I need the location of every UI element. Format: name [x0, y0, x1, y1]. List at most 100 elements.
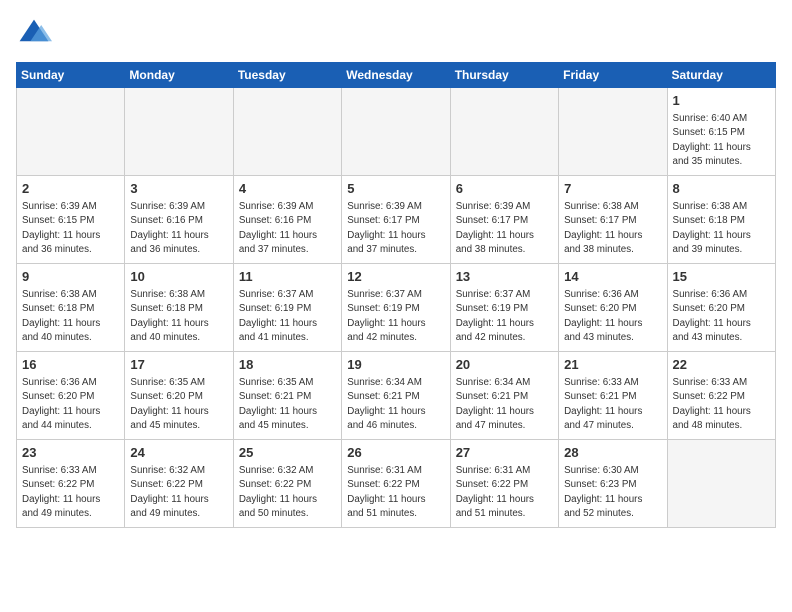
weekday-header-monday: Monday — [125, 63, 233, 88]
calendar-cell-w4d3: 26 Sunrise: 6:31 AM Sunset: 6:22 PM Dayli… — [342, 440, 450, 528]
day-info: Sunrise: 6:35 AM Sunset: 6:21 PM Dayligh… — [239, 376, 336, 433]
day-info: Sunrise: 6:30 AM Sunset: 6:23 PM Dayligh… — [564, 464, 661, 521]
day-info: Sunrise: 6:36 AM Sunset: 6:20 PM Dayligh… — [22, 376, 119, 433]
day-number: 28 — [564, 444, 661, 462]
day-number: 15 — [673, 268, 770, 286]
calendar-cell-w2d4: 13 Sunrise: 6:37 AM Sunset: 6:19 PM Dayli… — [450, 264, 558, 352]
calendar-cell-w3d3: 19 Sunrise: 6:34 AM Sunset: 6:21 PM Dayli… — [342, 352, 450, 440]
calendar-cell-w4d1: 24 Sunrise: 6:32 AM Sunset: 6:22 PM Dayli… — [125, 440, 233, 528]
day-info: Sunrise: 6:35 AM Sunset: 6:20 PM Dayligh… — [130, 376, 227, 433]
day-info: Sunrise: 6:38 AM Sunset: 6:18 PM Dayligh… — [673, 200, 770, 257]
calendar-cell-w2d3: 12 Sunrise: 6:37 AM Sunset: 6:19 PM Dayli… — [342, 264, 450, 352]
page-header — [16, 16, 776, 52]
day-info: Sunrise: 6:39 AM Sunset: 6:15 PM Dayligh… — [22, 200, 119, 257]
calendar-cell-w1d3: 5 Sunrise: 6:39 AM Sunset: 6:17 PM Daylig… — [342, 176, 450, 264]
day-info: Sunrise: 6:39 AM Sunset: 6:16 PM Dayligh… — [130, 200, 227, 257]
day-number: 1 — [673, 92, 770, 110]
day-number: 9 — [22, 268, 119, 286]
day-number: 5 — [347, 180, 444, 198]
day-info: Sunrise: 6:39 AM Sunset: 6:17 PM Dayligh… — [347, 200, 444, 257]
weekday-header-sunday: Sunday — [17, 63, 125, 88]
day-info: Sunrise: 6:36 AM Sunset: 6:20 PM Dayligh… — [564, 288, 661, 345]
day-number: 18 — [239, 356, 336, 374]
calendar-cell-w1d0: 2 Sunrise: 6:39 AM Sunset: 6:15 PM Daylig… — [17, 176, 125, 264]
day-info: Sunrise: 6:36 AM Sunset: 6:20 PM Dayligh… — [673, 288, 770, 345]
weekday-header-thursday: Thursday — [450, 63, 558, 88]
calendar-cell-w4d6 — [667, 440, 775, 528]
calendar-cell-w0d4 — [450, 88, 558, 176]
day-info: Sunrise: 6:39 AM Sunset: 6:16 PM Dayligh… — [239, 200, 336, 257]
day-info: Sunrise: 6:38 AM Sunset: 6:18 PM Dayligh… — [22, 288, 119, 345]
calendar-cell-w1d6: 8 Sunrise: 6:38 AM Sunset: 6:18 PM Daylig… — [667, 176, 775, 264]
calendar-cell-w2d0: 9 Sunrise: 6:38 AM Sunset: 6:18 PM Daylig… — [17, 264, 125, 352]
day-info: Sunrise: 6:37 AM Sunset: 6:19 PM Dayligh… — [456, 288, 553, 345]
calendar-cell-w1d1: 3 Sunrise: 6:39 AM Sunset: 6:16 PM Daylig… — [125, 176, 233, 264]
logo-icon — [16, 16, 52, 52]
day-info: Sunrise: 6:38 AM Sunset: 6:18 PM Dayligh… — [130, 288, 227, 345]
calendar-cell-w3d5: 21 Sunrise: 6:33 AM Sunset: 6:21 PM Dayli… — [559, 352, 667, 440]
calendar-cell-w2d2: 11 Sunrise: 6:37 AM Sunset: 6:19 PM Dayli… — [233, 264, 341, 352]
calendar-cell-w0d0 — [17, 88, 125, 176]
day-number: 14 — [564, 268, 661, 286]
calendar-cell-w1d4: 6 Sunrise: 6:39 AM Sunset: 6:17 PM Daylig… — [450, 176, 558, 264]
day-number: 10 — [130, 268, 227, 286]
day-number: 12 — [347, 268, 444, 286]
day-number: 13 — [456, 268, 553, 286]
calendar-cell-w1d2: 4 Sunrise: 6:39 AM Sunset: 6:16 PM Daylig… — [233, 176, 341, 264]
day-info: Sunrise: 6:31 AM Sunset: 6:22 PM Dayligh… — [347, 464, 444, 521]
day-number: 11 — [239, 268, 336, 286]
day-info: Sunrise: 6:31 AM Sunset: 6:22 PM Dayligh… — [456, 464, 553, 521]
day-info: Sunrise: 6:34 AM Sunset: 6:21 PM Dayligh… — [456, 376, 553, 433]
weekday-header-saturday: Saturday — [667, 63, 775, 88]
day-number: 27 — [456, 444, 553, 462]
day-number: 6 — [456, 180, 553, 198]
day-number: 26 — [347, 444, 444, 462]
calendar-cell-w3d1: 17Sunrise: 6:35 AM Sunset: 6:20 PM Dayli… — [125, 352, 233, 440]
day-info: Sunrise: 6:32 AM Sunset: 6:22 PM Dayligh… — [130, 464, 227, 521]
day-number: 16 — [22, 356, 119, 374]
day-info: Sunrise: 6:38 AM Sunset: 6:17 PM Dayligh… — [564, 200, 661, 257]
calendar-cell-w0d6: 1 Sunrise: 6:40 AM Sunset: 6:15 PM Daylig… — [667, 88, 775, 176]
day-number: 8 — [673, 180, 770, 198]
calendar-cell-w0d1 — [125, 88, 233, 176]
calendar-cell-w3d4: 20 Sunrise: 6:34 AM Sunset: 6:21 PM Dayli… — [450, 352, 558, 440]
calendar-table: SundayMondayTuesdayWednesdayThursdayFrid… — [16, 62, 776, 528]
weekday-header-friday: Friday — [559, 63, 667, 88]
calendar-cell-w2d5: 14 Sunrise: 6:36 AM Sunset: 6:20 PM Dayli… — [559, 264, 667, 352]
day-number: 21 — [564, 356, 661, 374]
day-number: 19 — [347, 356, 444, 374]
calendar-cell-w4d4: 27 Sunrise: 6:31 AM Sunset: 6:22 PM Dayli… — [450, 440, 558, 528]
calendar-cell-w4d5: 28 Sunrise: 6:30 AM Sunset: 6:23 PM Dayli… — [559, 440, 667, 528]
day-info: Sunrise: 6:40 AM Sunset: 6:15 PM Dayligh… — [673, 112, 770, 169]
calendar-cell-w2d1: 10 Sunrise: 6:38 AM Sunset: 6:18 PM Dayli… — [125, 264, 233, 352]
day-number: 23 — [22, 444, 119, 462]
calendar-cell-w0d2 — [233, 88, 341, 176]
day-number: 24 — [130, 444, 227, 462]
weekday-header-wednesday: Wednesday — [342, 63, 450, 88]
day-info: Sunrise: 6:34 AM Sunset: 6:21 PM Dayligh… — [347, 376, 444, 433]
logo — [16, 16, 56, 52]
calendar-cell-w2d6: 15 Sunrise: 6:36 AM Sunset: 6:20 PM Dayli… — [667, 264, 775, 352]
calendar-cell-w0d3 — [342, 88, 450, 176]
day-info: Sunrise: 6:32 AM Sunset: 6:22 PM Dayligh… — [239, 464, 336, 521]
calendar-cell-w3d2: 18 Sunrise: 6:35 AM Sunset: 6:21 PM Dayli… — [233, 352, 341, 440]
day-info: Sunrise: 6:37 AM Sunset: 6:19 PM Dayligh… — [347, 288, 444, 345]
calendar-cell-w0d5 — [559, 88, 667, 176]
day-info: Sunrise: 6:33 AM Sunset: 6:22 PM Dayligh… — [22, 464, 119, 521]
day-number: 20 — [456, 356, 553, 374]
day-info: Sunrise: 6:33 AM Sunset: 6:21 PM Dayligh… — [564, 376, 661, 433]
calendar-cell-w1d5: 7 Sunrise: 6:38 AM Sunset: 6:17 PM Daylig… — [559, 176, 667, 264]
day-info: Sunrise: 6:37 AM Sunset: 6:19 PM Dayligh… — [239, 288, 336, 345]
day-number: 7 — [564, 180, 661, 198]
day-number: 2 — [22, 180, 119, 198]
calendar-cell-w3d6: 22 Sunrise: 6:33 AM Sunset: 6:22 PM Dayli… — [667, 352, 775, 440]
day-info: Sunrise: 6:39 AM Sunset: 6:17 PM Dayligh… — [456, 200, 553, 257]
day-number: 25 — [239, 444, 336, 462]
weekday-header-tuesday: Tuesday — [233, 63, 341, 88]
day-info: Sunrise: 6:33 AM Sunset: 6:22 PM Dayligh… — [673, 376, 770, 433]
day-number: 3 — [130, 180, 227, 198]
day-number: 4 — [239, 180, 336, 198]
calendar-cell-w4d0: 23 Sunrise: 6:33 AM Sunset: 6:22 PM Dayli… — [17, 440, 125, 528]
day-number: 22 — [673, 356, 770, 374]
calendar-cell-w3d0: 16 Sunrise: 6:36 AM Sunset: 6:20 PM Dayli… — [17, 352, 125, 440]
